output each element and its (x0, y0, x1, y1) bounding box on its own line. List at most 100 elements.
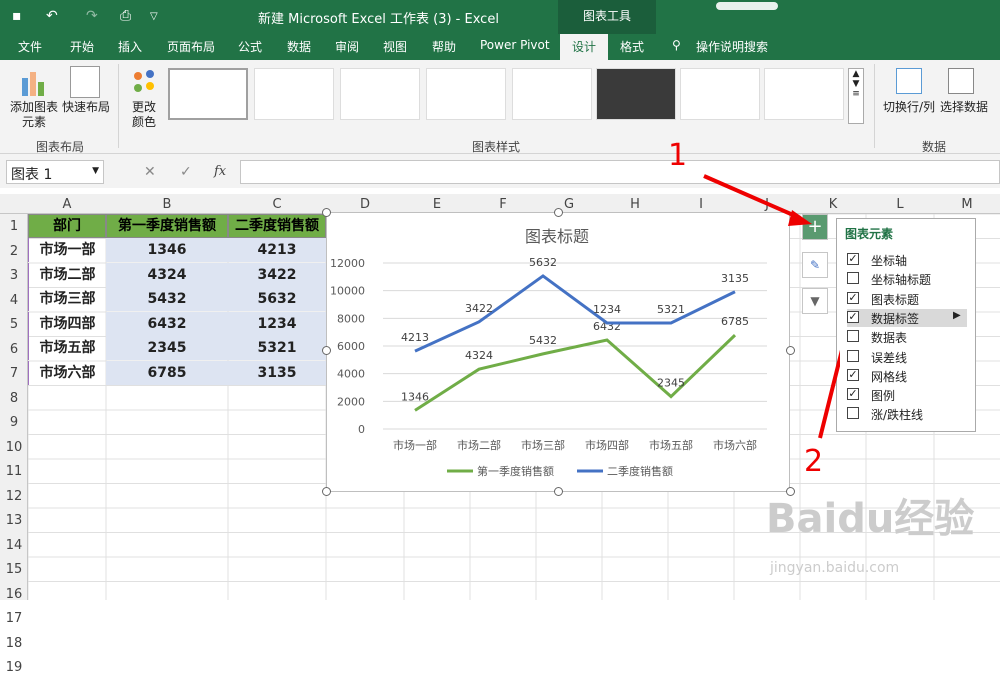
chart-style-1[interactable] (168, 68, 248, 120)
table-cell-value[interactable]: 1346 (106, 238, 228, 262)
checked-checkbox[interactable]: ✓ (847, 368, 859, 381)
table-cell-dept[interactable]: 市场四部 (28, 311, 106, 336)
row-header-10[interactable]: 10 (0, 440, 28, 455)
row-header-2[interactable]: 2 (0, 244, 28, 259)
change-colors-button[interactable]: 更改 颜色 (124, 100, 164, 130)
header-cell-dept[interactable]: 部门 (28, 214, 106, 238)
tab-data[interactable]: 数据 (287, 38, 311, 55)
row-header-6[interactable]: 6 (0, 342, 28, 357)
submenu-arrow-icon[interactable]: ▶ (953, 310, 961, 321)
tab-power-pivot[interactable]: Power Pivot (480, 38, 550, 52)
row-header-1[interactable]: 1 (0, 219, 28, 234)
data-label[interactable]: 1346 (401, 390, 429, 403)
data-label[interactable]: 4324 (465, 349, 493, 362)
table-cell-value[interactable]: 6785 (106, 360, 228, 385)
data-label[interactable]: 5632 (529, 256, 557, 269)
table-cell-value[interactable]: 5432 (106, 287, 228, 311)
table-cell-value[interactable]: 1234 (228, 311, 326, 336)
header-cell-q1[interactable]: 第一季度销售额 (106, 214, 228, 238)
row-header-9[interactable]: 9 (0, 415, 28, 430)
tab-help[interactable]: 帮助 (432, 38, 456, 55)
scroll-down-icon[interactable]: ▼ (849, 79, 863, 89)
row-header-14[interactable]: 14 (0, 538, 28, 553)
legend-label[interactable]: 二季度销售额 (607, 464, 673, 478)
select-data-button[interactable]: 选择数据 (938, 100, 990, 115)
column-header-A[interactable]: A (28, 197, 106, 212)
more-styles-icon[interactable]: ≡ (849, 89, 863, 99)
switch-row-column-button[interactable]: 切换行/列 (880, 100, 938, 115)
table-cell-dept[interactable]: 市场二部 (28, 262, 106, 287)
chart-element-option[interactable]: 坐标轴标题 (847, 270, 967, 288)
row-header-19[interactable]: 19 (0, 660, 28, 675)
table-cell-value[interactable]: 3135 (228, 360, 326, 385)
table-cell-dept[interactable]: 市场三部 (28, 287, 106, 311)
chart-style-4[interactable] (426, 68, 506, 120)
enter-icon[interactable]: ✓ (180, 164, 192, 180)
table-cell-value[interactable]: 4213 (228, 238, 326, 262)
tab-page-layout[interactable]: 页面布局 (167, 38, 215, 55)
print-preview-icon[interactable]: ⎙ (120, 8, 131, 24)
formula-input[interactable] (240, 160, 1000, 184)
chart-style-7[interactable] (680, 68, 760, 120)
chart-element-option[interactable]: ✓ 网格线 (847, 367, 967, 385)
checked-checkbox[interactable]: ✓ (847, 291, 859, 304)
checked-checkbox[interactable]: ✓ (847, 253, 859, 265)
data-label[interactable]: 1234 (593, 303, 621, 316)
table-cell-dept[interactable]: 市场六部 (28, 360, 106, 385)
chart-element-option[interactable]: ✓ 数据标签 ▶ (847, 308, 967, 327)
cancel-icon[interactable]: ✕ (144, 164, 156, 180)
table-cell-value[interactable]: 2345 (106, 336, 228, 360)
legend-label[interactable]: 第一季度销售额 (477, 464, 554, 478)
add-chart-element-button[interactable]: 添加图表 元素 (8, 100, 60, 130)
header-cell-q2[interactable]: 二季度销售额 (228, 214, 326, 238)
row-header-16[interactable]: 16 (0, 587, 28, 602)
column-header-C[interactable]: C (228, 197, 326, 212)
chart-element-option[interactable]: 误差线 (847, 348, 967, 366)
column-header-D[interactable]: D (326, 197, 404, 212)
table-cell-value[interactable]: 4324 (106, 262, 228, 287)
chart-style-6[interactable] (596, 68, 676, 120)
chart-style-3[interactable] (340, 68, 420, 120)
tab-file[interactable]: 文件 (18, 38, 42, 55)
save-icon[interactable]: ▪ (12, 8, 22, 24)
tab-view[interactable]: 视图 (383, 38, 407, 55)
row-header-15[interactable]: 15 (0, 562, 28, 577)
column-header-M[interactable]: M (934, 197, 1000, 212)
table-cell-dept[interactable]: 市场一部 (28, 238, 106, 262)
chart-element-option[interactable]: 数据表 (847, 328, 967, 346)
row-header-17[interactable]: 17 (0, 611, 28, 626)
redo-icon[interactable]: ↷ (86, 8, 98, 24)
table-cell-value[interactable]: 6432 (106, 311, 228, 336)
unchecked-checkbox[interactable] (847, 407, 859, 420)
table-cell-dept[interactable]: 市场五部 (28, 336, 106, 360)
customize-qat-icon[interactable]: ▽ (150, 11, 158, 22)
data-label[interactable]: 3422 (465, 302, 493, 315)
chevron-down-icon[interactable]: ▼ (92, 166, 99, 176)
styles-scroll[interactable]: ▲ ▼ ≡ (848, 68, 864, 124)
column-header-F[interactable]: F (470, 197, 536, 212)
resize-handle[interactable] (554, 487, 563, 496)
tab-design[interactable]: 设计 (560, 34, 608, 60)
row-header-8[interactable]: 8 (0, 391, 28, 406)
column-header-G[interactable]: G (536, 197, 602, 212)
quick-layout-button[interactable]: 快速布局 (60, 100, 112, 115)
table-cell-value[interactable]: 5321 (228, 336, 326, 360)
table-cell-value[interactable]: 5632 (228, 287, 326, 311)
row-header-11[interactable]: 11 (0, 464, 28, 479)
data-label[interactable]: 5432 (529, 334, 557, 347)
unchecked-checkbox[interactable] (847, 330, 859, 343)
row-header-7[interactable]: 7 (0, 366, 28, 381)
tab-format[interactable]: 格式 (620, 38, 644, 55)
row-header-4[interactable]: 4 (0, 293, 28, 308)
tab-insert[interactable]: 插入 (118, 38, 142, 55)
chart-style-2[interactable] (254, 68, 334, 120)
tab-home[interactable]: 开始 (70, 38, 94, 55)
row-header-3[interactable]: 3 (0, 268, 28, 283)
table-cell-value[interactable]: 3422 (228, 262, 326, 287)
resize-handle[interactable] (554, 208, 563, 217)
chart-style-8[interactable] (764, 68, 844, 120)
row-header-18[interactable]: 18 (0, 636, 28, 651)
column-header-L[interactable]: L (866, 197, 934, 212)
resize-handle[interactable] (322, 208, 331, 217)
unchecked-checkbox[interactable] (847, 272, 859, 285)
